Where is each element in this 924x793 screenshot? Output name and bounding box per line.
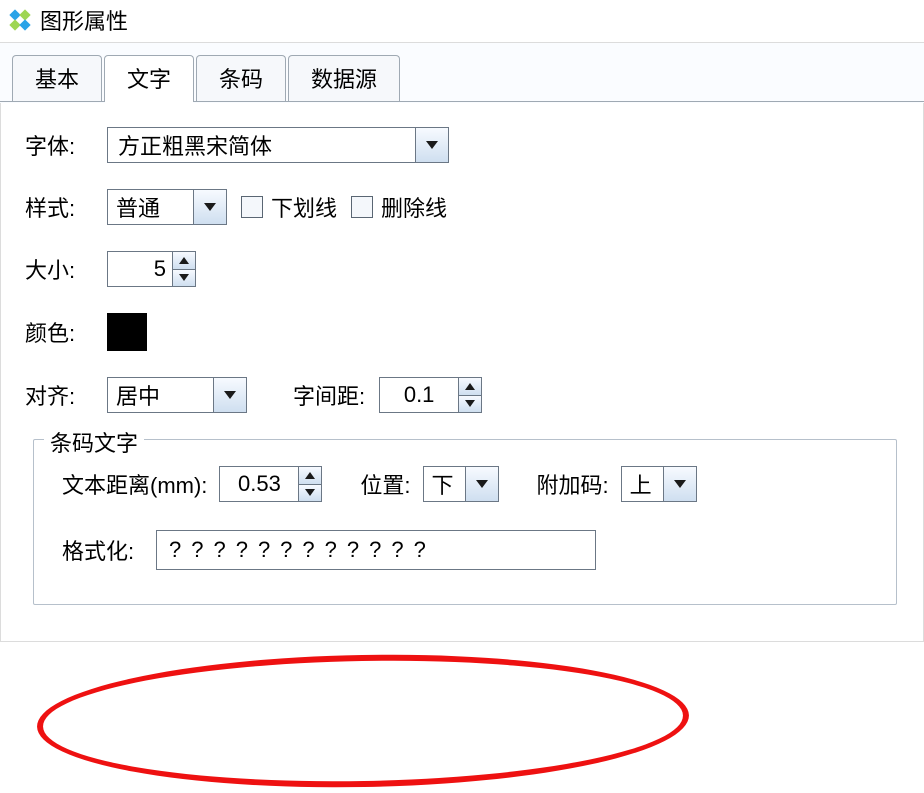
tab-datasource-label: 数据源	[311, 67, 377, 92]
strikethrough-checkbox[interactable]: 删除线	[351, 191, 447, 223]
tab-datasource[interactable]: 数据源	[288, 55, 400, 102]
chevron-down-icon	[415, 128, 448, 162]
underline-checkbox[interactable]: 下划线	[241, 191, 337, 223]
chevron-down-icon	[213, 378, 246, 412]
format-input[interactable]: ????????????	[156, 530, 596, 570]
align-dropdown[interactable]: 居中	[107, 377, 247, 413]
window-titlebar: 图形属性	[0, 0, 924, 43]
position-dropdown-value: 下	[424, 468, 465, 500]
position-dropdown[interactable]: 下	[423, 466, 499, 502]
tab-barcode[interactable]: 条码	[196, 55, 286, 102]
strikethrough-checkbox-label: 删除线	[381, 191, 447, 223]
spinner-up-icon[interactable]	[459, 378, 481, 396]
size-label: 大小:	[25, 253, 93, 285]
addon-dropdown[interactable]: 上	[621, 466, 697, 502]
barcode-text-group: 条码文字 文本距离(mm): 0.53 位置: 下	[33, 439, 897, 605]
font-dropdown[interactable]: 方正粗黑宋简体	[107, 127, 449, 163]
format-label: 格式化:	[62, 534, 144, 566]
textdistance-spinner[interactable]: 0.53	[219, 466, 322, 502]
style-dropdown[interactable]: 普通	[107, 189, 227, 225]
underline-checkbox-label: 下划线	[271, 191, 337, 223]
charspacing-label: 字间距:	[293, 379, 365, 411]
tab-barcode-label: 条码	[219, 67, 263, 92]
size-value: 5	[108, 252, 172, 286]
style-label: 样式:	[25, 191, 93, 223]
window-title: 图形属性	[40, 4, 128, 36]
charspacing-spinner[interactable]: 0.1	[379, 377, 482, 413]
tabstrip: 基本 文字 条码 数据源	[0, 43, 924, 102]
tab-basic[interactable]: 基本	[12, 55, 102, 102]
text-tab-panel: 字体: 方正粗黑宋简体 样式: 普通 下划线	[0, 103, 924, 642]
annotation-ellipse	[36, 649, 690, 792]
spinner-up-icon[interactable]	[299, 467, 321, 485]
tab-text[interactable]: 文字	[104, 55, 194, 102]
spinner-down-icon[interactable]	[299, 485, 321, 502]
chevron-down-icon	[193, 190, 226, 224]
format-value: ????????????	[169, 537, 436, 563]
size-spinner[interactable]: 5	[107, 251, 196, 287]
tab-text-label: 文字	[127, 67, 171, 92]
spinner-up-icon[interactable]	[173, 252, 195, 270]
addon-dropdown-value: 上	[622, 468, 663, 500]
spinner-down-icon[interactable]	[173, 270, 195, 287]
charspacing-value: 0.1	[380, 378, 458, 412]
align-label: 对齐:	[25, 379, 93, 411]
addon-label: 附加码:	[537, 468, 609, 500]
position-label: 位置:	[360, 468, 410, 500]
font-label: 字体:	[25, 129, 93, 161]
align-dropdown-value: 居中	[108, 379, 213, 411]
color-swatch[interactable]	[107, 313, 147, 351]
spinner-down-icon[interactable]	[459, 396, 481, 413]
textdistance-label: 文本距离(mm):	[62, 468, 207, 500]
style-dropdown-value: 普通	[108, 191, 193, 223]
checkbox-box-icon	[351, 196, 373, 218]
color-label: 颜色:	[25, 316, 93, 348]
app-icon	[8, 8, 32, 32]
chevron-down-icon	[465, 467, 498, 501]
font-dropdown-value: 方正粗黑宋简体	[108, 129, 415, 161]
checkbox-box-icon	[241, 196, 263, 218]
tab-basic-label: 基本	[35, 67, 79, 92]
barcode-text-group-label: 条码文字	[44, 426, 144, 458]
chevron-down-icon	[663, 467, 696, 501]
textdistance-value: 0.53	[220, 467, 298, 501]
